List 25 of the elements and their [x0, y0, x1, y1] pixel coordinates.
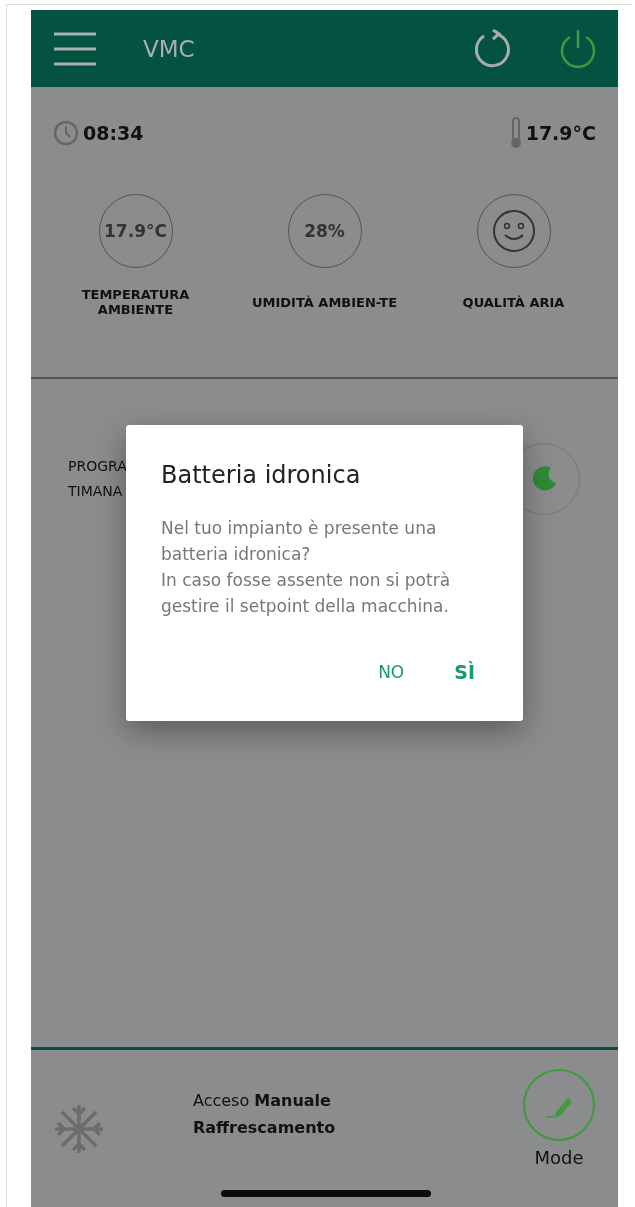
dialog-button[interactable]: NO: [378, 657, 405, 687]
program-text: PROGRA: [68, 457, 127, 476]
program-text: TIMANA: [68, 482, 124, 501]
clock-icon: [53, 120, 79, 146]
dialog-message: Nel tuo impianto è presente una batteria idronica?: [161, 517, 438, 566]
dialog-button[interactable]: SÌ: [454, 657, 475, 687]
smiley-icon: [491, 209, 536, 253]
mode-label: Mode: [534, 1147, 584, 1168]
status-text: Raffrescamento: [193, 1116, 336, 1139]
app-title: VMC: [143, 35, 195, 62]
power-icon[interactable]: [558, 27, 598, 70]
refresh-icon[interactable]: [472, 28, 512, 69]
gauge-label: TEMPERATURA AMBIENTE: [80, 286, 191, 319]
status-text: Acceso Manuale: [193, 1089, 332, 1112]
dialog-message: In caso fosse assente non si potrà gestire il setpoint della macchina.: [161, 569, 452, 618]
thermometer-icon: [509, 117, 522, 149]
snowflake-icon: [53, 1102, 105, 1155]
menu-icon[interactable]: [53, 30, 97, 67]
gauge-label: UMIDITÀ AMBIEN-TE: [251, 293, 398, 312]
gauge-value: 17.9°C: [104, 221, 167, 241]
dialog-title: Batteria idronica: [161, 461, 362, 489]
gauge-label: QUALITÀ ARIA: [462, 293, 565, 312]
temperature-text: 17.9°C: [525, 122, 596, 144]
time-text: 08:34: [83, 122, 144, 144]
gauge-value: 28%: [304, 221, 345, 241]
